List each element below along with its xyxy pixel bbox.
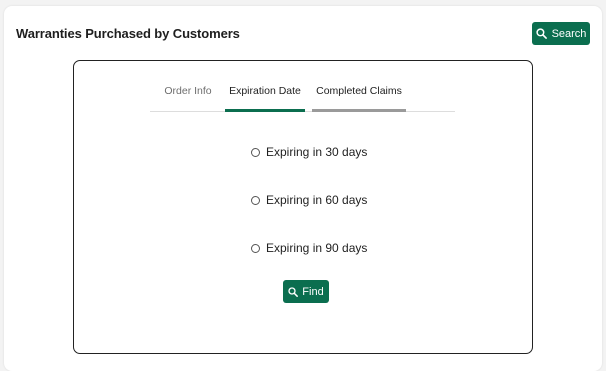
tab-bar: Order Info Expiration Date Completed Cla… — [150, 85, 455, 112]
option-expiring-30-days[interactable]: Expiring in 30 days — [251, 145, 367, 159]
radio-button[interactable] — [251, 195, 260, 205]
option-label: Expiring in 30 days — [266, 145, 368, 159]
radio-button[interactable] — [251, 147, 260, 157]
filter-card: Order Info Expiration Date Completed Cla… — [73, 60, 533, 354]
tab-expiration-date[interactable]: Expiration Date — [225, 85, 305, 112]
search-icon — [535, 28, 547, 39]
find-button-label: Find — [302, 285, 324, 298]
tab-completed-claims[interactable]: Completed Claims — [312, 85, 406, 112]
find-button[interactable]: Find — [283, 280, 329, 303]
option-label: Expiring in 90 days — [266, 241, 368, 255]
tab-order-info[interactable]: Order Info — [150, 85, 226, 111]
option-label: Expiring in 60 days — [266, 193, 368, 207]
page-panel: Warranties Purchased by Customers Search… — [4, 6, 602, 371]
radio-button[interactable] — [251, 243, 260, 253]
option-expiring-90-days[interactable]: Expiring in 90 days — [251, 241, 367, 255]
search-button[interactable]: Search — [532, 22, 590, 45]
option-expiring-60-days[interactable]: Expiring in 60 days — [251, 193, 367, 207]
search-button-label: Search — [551, 27, 587, 40]
page-title: Warranties Purchased by Customers — [16, 26, 240, 41]
search-icon — [288, 286, 299, 297]
